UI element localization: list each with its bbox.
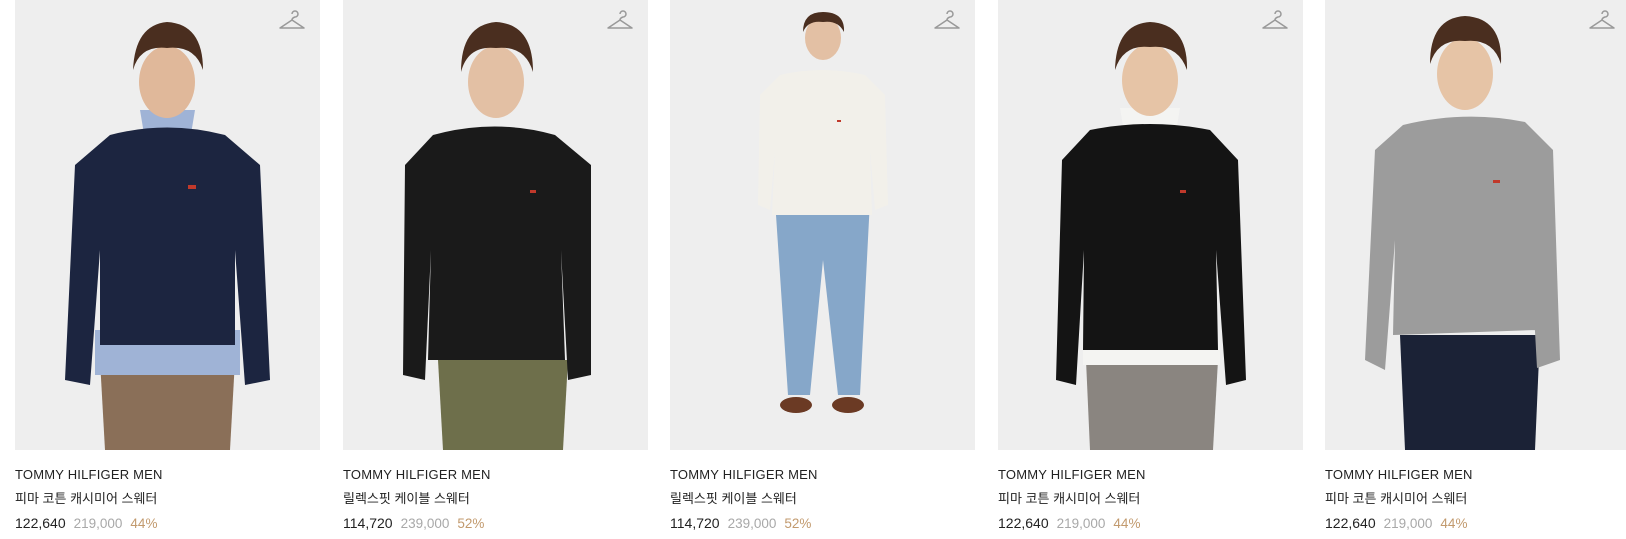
product-image[interactable] <box>15 0 320 450</box>
product-info: TOMMY HILFIGER MEN 릴렉스핏 케이블 스웨터 114,720 2… <box>670 466 975 533</box>
product-prices: 114,720 239,000 52% <box>670 514 975 533</box>
sale-price: 122,640 <box>15 515 66 531</box>
product-prices: 122,640 219,000 44% <box>998 514 1303 533</box>
hanger-icon[interactable] <box>1261 8 1289 32</box>
product-brand: TOMMY HILFIGER MEN <box>343 467 491 482</box>
product-card[interactable]: TOMMY HILFIGER MEN 피마 코튼 캐시미어 스웨터 122,64… <box>15 0 320 539</box>
product-name[interactable]: 릴렉스핏 케이블 스웨터 <box>670 490 975 508</box>
product-brand: TOMMY HILFIGER MEN <box>15 467 163 482</box>
hanger-icon[interactable] <box>278 8 306 32</box>
product-image[interactable] <box>343 0 648 450</box>
discount-rate: 52% <box>784 516 812 531</box>
sale-price: 114,720 <box>670 515 720 531</box>
product-card[interactable]: TOMMY HILFIGER MEN 릴렉스핏 케이블 스웨터 114,720 2… <box>670 0 975 539</box>
product-card[interactable]: TOMMY HILFIGER MEN 피마 코튼 캐시미어 스웨터 122,64… <box>998 0 1303 539</box>
model-photo <box>1365 16 1560 450</box>
product-name[interactable]: 피마 코튼 캐시미어 스웨터 <box>15 490 320 508</box>
product-prices: 122,640 219,000 44% <box>1325 514 1626 533</box>
discount-rate: 52% <box>457 516 485 531</box>
product-image[interactable] <box>998 0 1303 450</box>
original-price: 219,000 <box>73 516 123 531</box>
discount-rate: 44% <box>130 516 158 531</box>
product-name[interactable]: 피마 코튼 캐시미어 스웨터 <box>1325 490 1626 508</box>
product-grid: TOMMY HILFIGER MEN 피마 코튼 캐시미어 스웨터 122,64… <box>0 0 1626 539</box>
sale-price: 114,720 <box>343 515 393 531</box>
sale-price: 122,640 <box>998 515 1049 531</box>
product-prices: 122,640 219,000 44% <box>15 514 320 533</box>
discount-rate: 44% <box>1440 516 1468 531</box>
product-brand: TOMMY HILFIGER MEN <box>670 467 818 482</box>
product-info: TOMMY HILFIGER MEN 피마 코튼 캐시미어 스웨터 122,64… <box>15 466 320 533</box>
product-image[interactable] <box>670 0 975 450</box>
original-price: 239,000 <box>400 516 450 531</box>
product-card[interactable]: TOMMY HILFIGER MEN 릴렉스핏 케이블 스웨터 114,720 2… <box>343 0 648 539</box>
sale-price: 122,640 <box>1325 515 1376 531</box>
product-info: TOMMY HILFIGER MEN 릴렉스핏 케이블 스웨터 114,720 2… <box>343 466 648 533</box>
product-info: TOMMY HILFIGER MEN 피마 코튼 캐시미어 스웨터 122,64… <box>998 466 1303 533</box>
product-brand: TOMMY HILFIGER MEN <box>998 467 1146 482</box>
hanger-icon[interactable] <box>933 8 961 32</box>
original-price: 219,000 <box>1056 516 1106 531</box>
model-photo <box>758 12 888 413</box>
product-name[interactable]: 릴렉스핏 케이블 스웨터 <box>343 490 648 508</box>
model-photo <box>1056 22 1246 450</box>
hanger-icon[interactable] <box>606 8 634 32</box>
discount-rate: 44% <box>1113 516 1141 531</box>
product-card[interactable]: TOMMY HILFIGER MEN 피마 코튼 캐시미어 스웨터 122,64… <box>1325 0 1626 539</box>
product-info: TOMMY HILFIGER MEN 피마 코튼 캐시미어 스웨터 122,64… <box>1325 466 1626 533</box>
product-prices: 114,720 239,000 52% <box>343 514 648 533</box>
product-name[interactable]: 피마 코튼 캐시미어 스웨터 <box>998 490 1303 508</box>
model-photo <box>65 22 270 450</box>
original-price: 239,000 <box>727 516 777 531</box>
original-price: 219,000 <box>1383 516 1433 531</box>
product-image[interactable] <box>1325 0 1626 450</box>
product-brand: TOMMY HILFIGER MEN <box>1325 467 1473 482</box>
hanger-icon[interactable] <box>1588 8 1616 32</box>
model-photo <box>403 22 591 450</box>
